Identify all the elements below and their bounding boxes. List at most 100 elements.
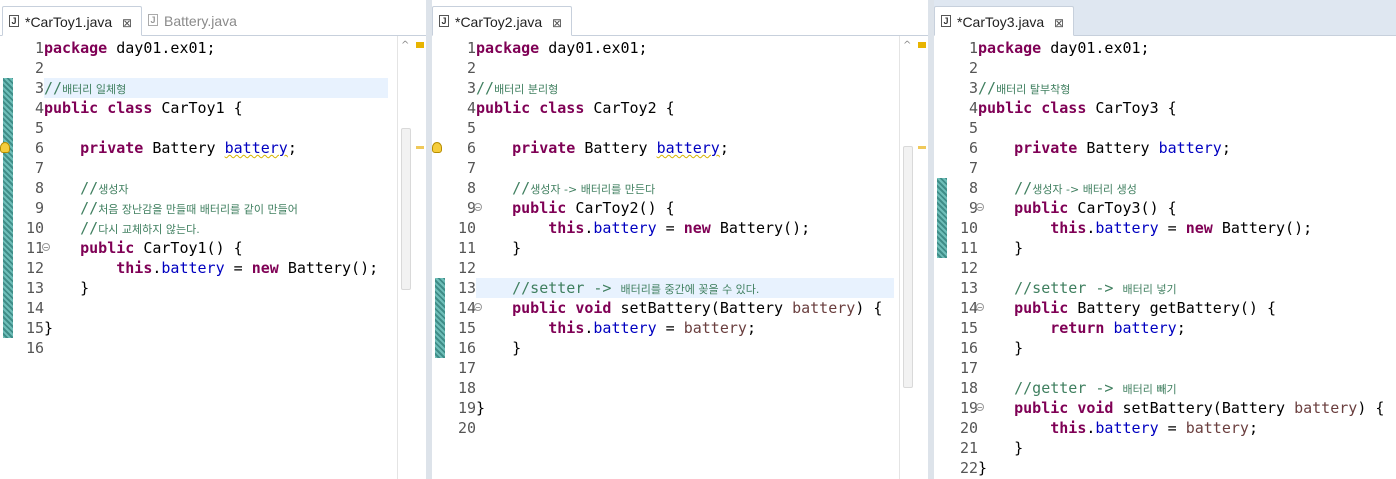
code-line: //getter -> 배터리 빼기 <box>1014 379 1177 397</box>
tab-cartoy3[interactable]: J *CarToy3.java ⊠ <box>934 6 1074 36</box>
scrollbar-thumb[interactable] <box>903 146 913 388</box>
code-line: } <box>1014 339 1024 357</box>
line-number: 21 <box>959 439 978 457</box>
line-number: 6 <box>34 139 44 157</box>
tab-battery[interactable]: J Battery.java <box>142 6 252 36</box>
code-line: public class CarToy3 { <box>978 99 1177 117</box>
code-line: this.battery = new Battery(); <box>116 259 379 277</box>
line-number: 20 <box>457 419 476 437</box>
line-number: 4 <box>34 99 44 117</box>
close-icon[interactable]: ⊠ <box>552 8 562 38</box>
line-number: 12 <box>25 259 44 277</box>
scroll-up-icon[interactable]: ^ <box>401 40 409 51</box>
line-number: 7 <box>466 159 476 177</box>
code-line: } <box>80 279 90 297</box>
line-number: 11 <box>457 239 476 257</box>
line-number: 20 <box>959 419 978 437</box>
close-icon[interactable]: ⊠ <box>1054 8 1064 38</box>
code-line: this.battery = new Battery(); <box>548 219 811 237</box>
code-line: } <box>512 339 522 357</box>
line-number: 15 <box>457 319 476 337</box>
line-number-gutter: 1 2 3 4 5 6 7 8 9 10 11 12 13 14 15 16 1… <box>432 36 482 479</box>
overview-marker[interactable] <box>416 146 424 149</box>
line-number: 22 <box>959 459 978 477</box>
code-line: return battery; <box>1050 319 1186 337</box>
line-number: 1 <box>34 39 44 57</box>
line-number: 14 <box>457 299 476 317</box>
scroll-up-icon[interactable]: ^ <box>903 40 911 51</box>
code-line: this.battery = battery; <box>1050 419 1258 437</box>
line-number: 6 <box>968 139 978 157</box>
line-number: 3 <box>466 79 476 97</box>
line-number: 19 <box>959 399 978 417</box>
scrollbar-thumb[interactable] <box>401 128 411 290</box>
line-number: 14 <box>25 299 44 317</box>
tab-cartoy2[interactable]: J *CarToy2.java ⊠ <box>432 6 572 36</box>
line-number: 5 <box>466 119 476 137</box>
code-line: } <box>1014 439 1024 457</box>
line-number: 13 <box>457 279 476 297</box>
code-line: //배터리 분리형 <box>476 79 559 97</box>
tab-cartoy1[interactable]: J *CarToy1.java ⊠ <box>2 6 142 36</box>
java-file-icon: J <box>439 15 449 27</box>
lightbulb-warning-icon[interactable] <box>0 142 10 153</box>
line-number: 4 <box>968 99 978 117</box>
overview-marker[interactable] <box>416 42 424 48</box>
line-number: 13 <box>959 279 978 297</box>
code-line: public void setBattery(Battery battery) … <box>1014 399 1385 417</box>
line-number: 8 <box>34 179 44 197</box>
code-area[interactable]: package day01.ex01; //배터리 분리형 public cla… <box>476 36 894 479</box>
code-area[interactable]: package day01.ex01; //배터리 일체형 public cla… <box>44 36 388 479</box>
code-line: } <box>512 239 522 257</box>
code-area[interactable]: package day01.ex01; //배터리 탈부착형 public cl… <box>978 36 1394 479</box>
line-number: 16 <box>959 339 978 357</box>
line-number: 1 <box>466 39 476 57</box>
code-line: package day01.ex01; <box>476 39 648 57</box>
code-line: public CarToy2() { <box>512 199 675 217</box>
vertical-scrollbar[interactable]: ^ <box>397 36 414 479</box>
line-number: 1 <box>968 39 978 57</box>
code-line: package day01.ex01; <box>978 39 1150 57</box>
code-line: private Battery battery; <box>80 139 297 157</box>
overview-ruler <box>414 36 426 479</box>
editor-pane-cartoy3: J *CarToy3.java ⊠ 1 2 3 4 5 6 7 8 9 10 1… <box>934 0 1396 479</box>
line-number: 16 <box>25 339 44 357</box>
code-editor[interactable]: 1 2 3 4 5 6 7 8 9 10 11 12 13 14 15 16 1… <box>934 36 1396 479</box>
code-line: //setter -> 배터리 넣기 <box>1014 279 1177 297</box>
code-line: public Battery getBattery() { <box>1014 299 1277 317</box>
tab-bar: J *CarToy1.java ⊠ J Battery.java <box>0 0 426 36</box>
line-number: 7 <box>34 159 44 177</box>
line-number: 2 <box>34 59 44 77</box>
code-line: public void setBattery(Battery battery) … <box>512 299 883 317</box>
line-number: 11 <box>25 239 44 257</box>
code-line: public class CarToy2 { <box>476 99 675 117</box>
line-number: 8 <box>466 179 476 197</box>
code-editor[interactable]: 1 2 3 4 5 6 7 8 9 10 11 12 13 14 15 16 1… <box>432 36 928 479</box>
line-number: 9 <box>34 199 44 217</box>
overview-marker[interactable] <box>918 42 926 48</box>
line-number: 7 <box>968 159 978 177</box>
code-line: //배터리 탈부착형 <box>978 79 1071 97</box>
quick-diff-ruler <box>0 36 14 479</box>
code-line: } <box>476 399 486 417</box>
code-editor[interactable]: 1 2 3 4 5 6 7 8 9 10 11 12 13 14 15 16 −… <box>0 36 426 479</box>
close-icon[interactable]: ⊠ <box>122 8 132 38</box>
quick-diff-ruler <box>934 36 948 479</box>
java-file-icon: J <box>148 14 158 26</box>
quick-diff-ruler <box>432 36 446 479</box>
vertical-scrollbar[interactable]: ^ <box>899 36 916 479</box>
line-number: 2 <box>968 59 978 77</box>
code-line-current: //배터리 일체형 <box>44 78 388 98</box>
code-line: //처음 장난감을 만들때 배터리를 같이 만들어 <box>80 199 298 217</box>
quick-diff-marker <box>937 178 947 258</box>
line-number: 10 <box>959 219 978 237</box>
overview-marker[interactable] <box>918 146 926 149</box>
line-number: 16 <box>457 339 476 357</box>
line-number: 6 <box>466 139 476 157</box>
code-line: } <box>978 459 988 477</box>
lightbulb-warning-icon[interactable] <box>432 142 442 153</box>
line-number: 4 <box>466 99 476 117</box>
code-line: package day01.ex01; <box>44 39 216 57</box>
line-number: 18 <box>457 379 476 397</box>
code-line: //생성자 -> 배터리 생성 <box>1014 179 1137 197</box>
